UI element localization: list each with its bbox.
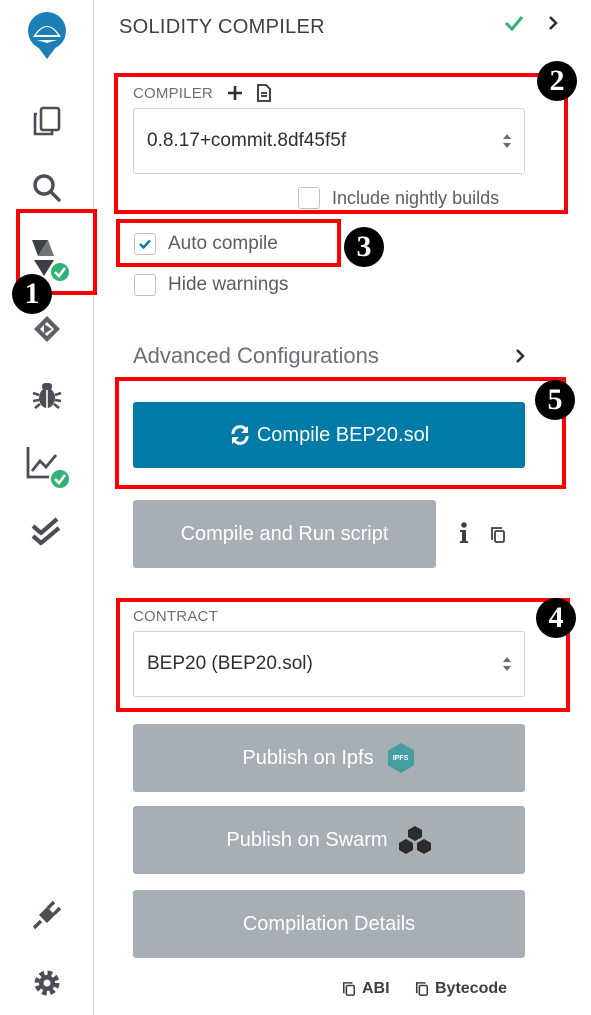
panel-title: SOLIDITY COMPILER	[119, 16, 325, 38]
add-compiler-icon[interactable]	[227, 85, 243, 101]
search-icon[interactable]	[22, 163, 72, 213]
hide-warnings-checkbox[interactable]	[134, 274, 156, 296]
publish-ipfs-label: Publish on Ipfs	[242, 746, 374, 769]
unit-testing-icon[interactable]	[22, 507, 72, 557]
ipfs-logo-icon: IPFS	[386, 742, 416, 774]
analysis-icon[interactable]	[22, 438, 72, 494]
publish-swarm-button[interactable]: Publish on Swarm	[133, 806, 525, 874]
hide-warnings-label: Hide warnings	[168, 274, 289, 295]
ipfs-badge-text: IPFS	[392, 754, 409, 762]
nightly-builds-label: Include nightly builds	[332, 187, 500, 208]
swarm-logo-icon	[398, 826, 431, 854]
info-icon[interactable]	[459, 522, 469, 549]
right-strip	[564, 0, 591, 1015]
remix-logo-icon[interactable]	[22, 12, 72, 62]
select-arrows-icon	[503, 657, 511, 671]
file-explorer-icon[interactable]	[22, 96, 72, 146]
select-arrows-icon	[503, 134, 511, 148]
copy-icon	[415, 982, 429, 996]
contract-select[interactable]: BEP20 (BEP20.sol)	[133, 631, 525, 697]
abi-label: ABI	[362, 980, 390, 997]
chevron-right-icon	[516, 349, 525, 363]
compile-run-label: Compile and Run script	[180, 522, 389, 545]
compiler-version-select[interactable]: 0.8.17+commit.8df45f5f	[133, 108, 525, 174]
auto-compile-checkbox[interactable]	[134, 233, 156, 255]
copy-abi-link[interactable]: ABI	[342, 980, 390, 998]
annotation-marker-2: 2	[537, 61, 577, 101]
copy-icon[interactable]	[490, 526, 506, 549]
compiler-panel: SOLIDITY COMPILER COMPILER 0.8.17+commit…	[94, 0, 564, 1015]
panel-collapse-icon[interactable]	[548, 16, 558, 35]
compile-run-script-button[interactable]: Compile and Run script	[133, 500, 436, 568]
compile-button-label: Compile BEP20.sol	[256, 423, 430, 446]
advanced-configurations-toggle[interactable]: Advanced Configurations	[133, 340, 525, 372]
compilation-details-label: Compilation Details	[242, 912, 416, 935]
annotation-marker-5: 5	[535, 380, 575, 420]
nightly-builds-checkbox[interactable]	[298, 187, 320, 209]
annotation-marker-3: 3	[344, 227, 384, 267]
compiled-success-icon	[504, 15, 524, 36]
advanced-configurations-label: Advanced Configurations	[133, 343, 379, 368]
check-icon	[139, 239, 151, 249]
debugger-icon[interactable]	[22, 370, 72, 420]
publish-swarm-label: Publish on Swarm	[226, 828, 388, 851]
settings-icon[interactable]	[22, 958, 72, 1008]
refresh-icon	[231, 425, 249, 445]
plugin-manager-icon[interactable]	[22, 890, 72, 940]
hide-warnings-option[interactable]: Hide warnings	[134, 274, 288, 296]
nightly-builds-option[interactable]: Include nightly builds	[298, 187, 499, 209]
file-text-icon[interactable]	[257, 84, 271, 102]
contract-label: CONTRACT	[133, 608, 218, 625]
annotation-marker-1: 1	[12, 274, 52, 314]
auto-compile-option[interactable]: Auto compile	[134, 233, 278, 255]
publish-ipfs-button[interactable]: Publish on Ipfs IPFS	[133, 724, 525, 792]
auto-compile-label: Auto compile	[168, 233, 278, 254]
compiler-label: COMPILER	[133, 84, 213, 102]
contract-selected-value: BEP20 (BEP20.sol)	[147, 653, 313, 674]
compiler-version-value: 0.8.17+commit.8df45f5f	[147, 130, 347, 151]
icon-panel	[0, 0, 94, 1015]
copy-bytecode-link[interactable]: Bytecode	[415, 980, 507, 998]
copy-icon	[342, 982, 356, 996]
bytecode-label: Bytecode	[435, 980, 508, 997]
annotation-marker-4: 4	[536, 598, 576, 638]
compile-button[interactable]: Compile BEP20.sol	[133, 402, 525, 468]
compilation-details-button[interactable]: Compilation Details	[133, 890, 525, 958]
